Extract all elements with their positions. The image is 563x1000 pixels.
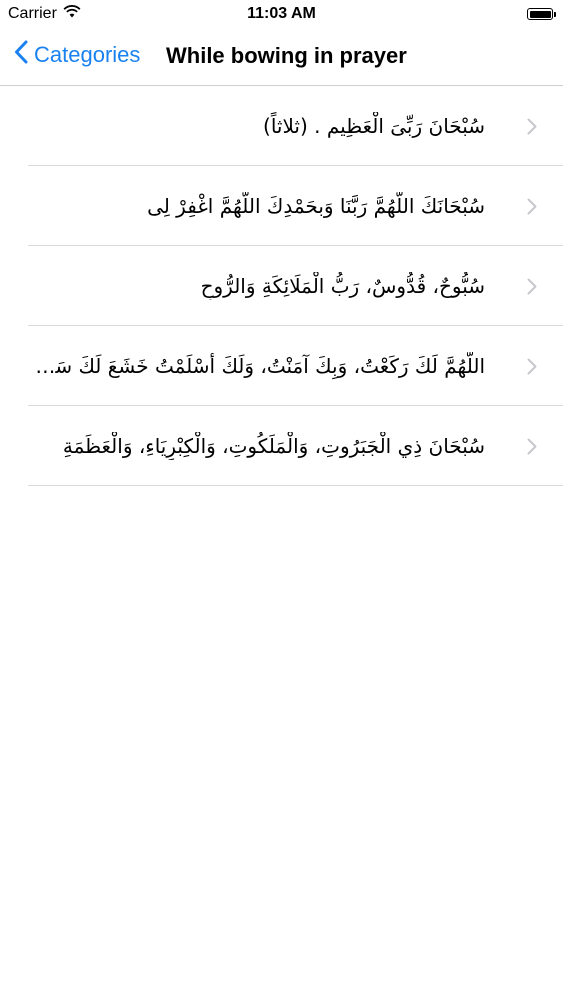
back-button-label: Categories [34,42,141,67]
status-bar: Carrier 11:03 AM [0,0,563,30]
list-item[interactable]: اللّهُمَّ لَكَ رَكَعْتُ، وَبِكَ آمَنْتُ،… [0,326,563,406]
list-item[interactable]: سُبْحَانَكَ اللّهُمَّ رَبَّنَا وَبحَمْدِ… [0,166,563,246]
chevron-right-icon [527,278,537,300]
list-item[interactable]: سُبْحَانَ ذِي الْجَبَرُوتِ، وَالْمَلَكُو… [0,406,563,486]
list-item[interactable]: سُبُّوحٌ، قُدُّوسٌ، رَبُّ الْمَلَائِكَةِ… [0,246,563,326]
list-item-text: سُبْحَانَكَ اللّهُمَّ رَبَّنَا وَبحَمْدِ… [147,194,485,218]
list-item-text: سُبُّوحٌ، قُدُّوسٌ، رَبُّ الْمَلَائِكَةِ… [200,274,485,298]
navigation-bar: Categories While bowing in prayer [0,30,563,86]
battery-icon [527,8,556,20]
chevron-right-icon [527,438,537,460]
chevron-right-icon [527,358,537,380]
prayer-list: سُبْحَانَ رَبِّیَ الْعَظِیم . (ثلاثاً) س… [0,86,563,486]
list-item-text: اللّهُمَّ لَكَ رَكَعْتُ، وَبِكَ آمَنْتُ،… [24,354,485,378]
back-button[interactable]: Categories [14,40,140,70]
list-item-text: سُبْحَانَ ذِي الْجَبَرُوتِ، وَالْمَلَكُو… [62,434,485,458]
list-item-text: سُبْحَانَ رَبِّیَ الْعَظِیم . (ثلاثاً) [263,114,485,138]
chevron-right-icon [527,118,537,140]
status-right [527,8,556,20]
chevron-left-icon [14,40,34,70]
list-item[interactable]: سُبْحَانَ رَبِّیَ الْعَظِیم . (ثلاثاً) [0,86,563,166]
chevron-right-icon [527,198,537,220]
page-title: While bowing in prayer [166,43,407,68]
status-time: 11:03 AM [247,5,316,22]
